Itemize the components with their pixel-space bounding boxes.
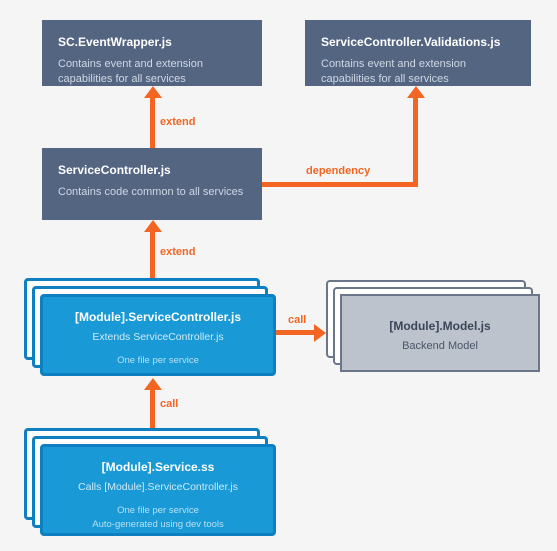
service-ss-note: One file per service Auto-generated usin… xyxy=(57,504,259,531)
module-sc-box: [Module].ServiceController.js Extends Se… xyxy=(40,294,276,376)
service-controller-box: ServiceController.js Contains code commo… xyxy=(42,148,262,220)
service-controller-title: ServiceController.js xyxy=(58,162,246,179)
service-ss-sub: Calls [Module].ServiceController.js xyxy=(57,480,259,495)
validations-box: ServiceController.Validations.js Contain… xyxy=(305,20,531,86)
event-wrapper-desc: Contains event and extension capabilitie… xyxy=(58,57,246,88)
label-call2: call xyxy=(160,398,178,410)
model-box: [Module].Model.js Backend Model xyxy=(340,294,540,372)
arrow-dep-v xyxy=(413,96,418,187)
arrow-extend1-head xyxy=(144,86,162,98)
arrow-extend2-head xyxy=(144,220,162,232)
arrow-dep-h xyxy=(262,182,418,187)
arrow-call1-head xyxy=(314,324,326,342)
arrow-call2-head xyxy=(144,378,162,390)
label-extend1: extend xyxy=(160,116,195,128)
event-wrapper-title: SC.EventWrapper.js xyxy=(58,34,246,51)
service-ss-box: [Module].Service.ss Calls [Module].Servi… xyxy=(40,444,276,536)
model-sub: Backend Model xyxy=(356,339,524,354)
validations-desc: Contains event and extension capabilitie… xyxy=(321,57,515,88)
module-sc-sub: Extends ServiceController.js xyxy=(57,330,259,345)
label-dependency: dependency xyxy=(306,165,370,177)
event-wrapper-box: SC.EventWrapper.js Contains event and ex… xyxy=(42,20,262,86)
arrow-call2 xyxy=(150,388,155,428)
module-sc-title: [Module].ServiceController.js xyxy=(57,309,259,326)
label-extend2: extend xyxy=(160,246,195,258)
service-controller-desc: Contains code common to all services xyxy=(58,185,246,200)
arrow-extend1 xyxy=(150,96,155,148)
service-ss-title: [Module].Service.ss xyxy=(57,459,259,476)
arrow-dep-head xyxy=(407,86,425,98)
module-sc-note: One file per service xyxy=(57,354,259,367)
arrow-extend2 xyxy=(150,230,155,278)
label-call1: call xyxy=(288,314,306,326)
model-title: [Module].Model.js xyxy=(356,318,524,335)
arrow-call1 xyxy=(276,330,316,335)
validations-title: ServiceController.Validations.js xyxy=(321,34,515,51)
